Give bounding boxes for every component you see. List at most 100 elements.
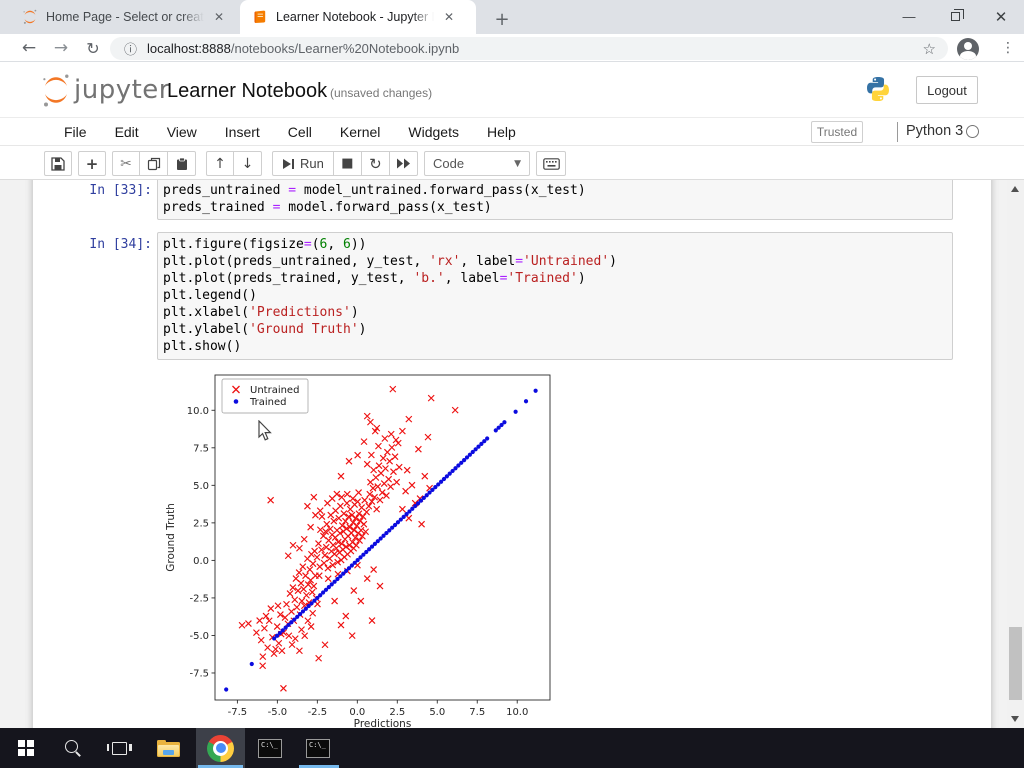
tab-close-icon[interactable]: ✕ <box>440 8 458 26</box>
save-icon <box>51 156 65 171</box>
copy-icon <box>147 157 160 170</box>
menu-item-widgets[interactable]: Widgets <box>394 118 473 146</box>
cut-cell-button[interactable]: ✂ <box>112 151 140 176</box>
move-cell-up-button[interactable]: ↑ <box>206 151 234 176</box>
mouse-cursor <box>258 420 272 441</box>
svg-text:5.0: 5.0 <box>193 481 209 492</box>
restart-kernel-button[interactable]: ↻ <box>361 151 390 176</box>
cell-prompt: In [34]: <box>89 237 152 252</box>
window-close-button[interactable]: ✕ <box>978 0 1024 33</box>
notebook-menubar: File Edit View Insert Cell Kernel Widgets Help … <box>0 117 1024 146</box>
scroll-up-icon[interactable] <box>1011 186 1019 192</box>
paste-icon <box>176 157 187 170</box>
add-cell-button[interactable]: + <box>78 151 106 176</box>
svg-text:Untrained: Untrained <box>250 385 299 396</box>
run-icon <box>283 158 294 169</box>
code-cell-input[interactable]: preds_untrained = model_untrained.forwar… <box>157 180 953 220</box>
site-info-icon[interactable]: ⓘ <box>124 39 137 58</box>
svg-text:-7.5: -7.5 <box>189 668 209 679</box>
svg-text:-2.5: -2.5 <box>308 707 328 718</box>
fast-forward-icon <box>396 158 410 169</box>
menu-item-insert[interactable]: Insert <box>211 118 274 146</box>
start-button[interactable] <box>4 728 48 768</box>
save-button[interactable] <box>44 151 72 176</box>
svg-text:-2.5: -2.5 <box>189 593 209 604</box>
tab-title: Home Page - Select or create a n <box>46 10 204 24</box>
notebook-area: In [33]: preds_untrained = model_untrain… <box>0 180 1024 728</box>
python-logo-icon <box>867 76 889 102</box>
notebook-toolbar: + ✂ ↑ ↓ Run ■ ↻ Code ▼ <box>0 146 1024 180</box>
code-cell-input[interactable]: plt.figure(figsize=(6, 6)) plt.plot(preds… <box>157 232 953 360</box>
back-icon[interactable]: ← <box>16 34 42 62</box>
jupyter-logo-icon[interactable] <box>40 72 72 108</box>
reload-icon[interactable]: ↻ <box>80 34 106 62</box>
terminal-1-button[interactable] <box>249 728 291 768</box>
cell-type-select[interactable]: Code ▼ <box>424 151 530 176</box>
svg-text:5.0: 5.0 <box>429 707 445 718</box>
windows-start-icon <box>18 740 34 756</box>
desktop: Home Page - Select or create a n ✕ Learn… <box>0 0 1024 768</box>
task-view-button[interactable] <box>98 728 140 768</box>
scroll-down-icon[interactable] <box>1011 716 1019 722</box>
browser-menu-icon[interactable]: ⋮ <box>998 34 1018 62</box>
notebook-scrollbar[interactable] <box>1007 180 1024 728</box>
taskbar-search-button[interactable] <box>52 728 94 768</box>
copy-cell-button[interactable] <box>140 151 168 176</box>
interrupt-kernel-button[interactable]: ■ <box>333 151 362 176</box>
svg-text:-7.5: -7.5 <box>228 707 248 718</box>
tab-close-icon[interactable]: ✕ <box>210 8 228 26</box>
bookmark-star-icon[interactable]: ☆ <box>923 40 936 58</box>
restore-icon <box>950 9 964 21</box>
chrome-taskbar-button[interactable] <box>196 728 245 768</box>
browser-addressbar: ← → ↻ ⓘ localhost:8888/notebooks/Learner… <box>0 34 1024 62</box>
logout-button[interactable]: Logout <box>916 76 978 104</box>
menu-item-file[interactable]: File <box>50 118 101 146</box>
command-palette-button[interactable] <box>536 151 566 176</box>
notebook-title[interactable]: Learner Notebook <box>167 80 327 103</box>
new-tab-button[interactable]: + <box>490 7 514 31</box>
notebook-favicon-icon <box>254 10 266 23</box>
keyboard-icon <box>542 157 560 170</box>
paste-cell-button[interactable] <box>168 151 196 176</box>
svg-text:Trained: Trained <box>249 397 287 408</box>
menu-item-view[interactable]: View <box>153 118 211 146</box>
notebook-checkpoint-status: (unsaved changes) <box>330 86 433 100</box>
tab-learner-notebook[interactable]: Learner Notebook - Jupyter Note ✕ <box>240 0 476 34</box>
divider <box>897 122 898 142</box>
run-button[interactable]: Run <box>272 151 334 176</box>
forward-icon[interactable]: → <box>48 34 74 62</box>
task-view-icon <box>106 741 132 755</box>
terminal-2-button[interactable] <box>296 728 340 768</box>
svg-text:Predictions: Predictions <box>354 718 412 728</box>
search-icon <box>64 739 82 757</box>
svg-text:7.5: 7.5 <box>193 443 209 454</box>
svg-text:7.5: 7.5 <box>469 707 485 718</box>
cell-prompt: In [33]: <box>89 183 152 198</box>
menu-item-edit[interactable]: Edit <box>101 118 153 146</box>
chevron-down-icon: ▼ <box>514 158 521 169</box>
trusted-badge: Trusted <box>811 121 863 143</box>
kernel-name: Python 3 <box>906 123 964 139</box>
menu-item-cell[interactable]: Cell <box>274 118 326 146</box>
folder-icon <box>156 739 180 757</box>
tab-home-page[interactable]: Home Page - Select or create a n ✕ <box>10 0 240 34</box>
profile-avatar[interactable] <box>957 38 979 60</box>
chrome-icon <box>207 734 234 762</box>
scrollbar-thumb[interactable] <box>1009 627 1022 700</box>
url-bar[interactable]: ⓘ localhost:8888/notebooks/Learner%20Not… <box>110 37 948 60</box>
terminal-icon <box>258 738 282 758</box>
window-minimize-button[interactable]: — <box>886 0 932 33</box>
svg-text:0.0: 0.0 <box>349 707 365 718</box>
svg-text:0.0: 0.0 <box>193 556 209 567</box>
restart-run-all-button[interactable] <box>389 151 418 176</box>
figure-svg: -7.5 -5.0 -2.5 0.0 2.5 5.0 7.5 10.0 -7.5 -5.0 -2.5… <box>165 374 551 728</box>
svg-text:-5.0: -5.0 <box>189 631 209 642</box>
terminal-icon <box>306 738 330 758</box>
move-cell-down-button[interactable]: ↓ <box>234 151 262 176</box>
menu-item-help[interactable]: Help <box>473 118 530 146</box>
jupyter-wordmark[interactable]: jupyter <box>74 75 170 105</box>
svg-text:10.0: 10.0 <box>187 406 209 417</box>
window-restore-button[interactable] <box>932 0 978 33</box>
file-explorer-button[interactable] <box>146 728 190 768</box>
menu-item-kernel[interactable]: Kernel <box>326 118 394 146</box>
